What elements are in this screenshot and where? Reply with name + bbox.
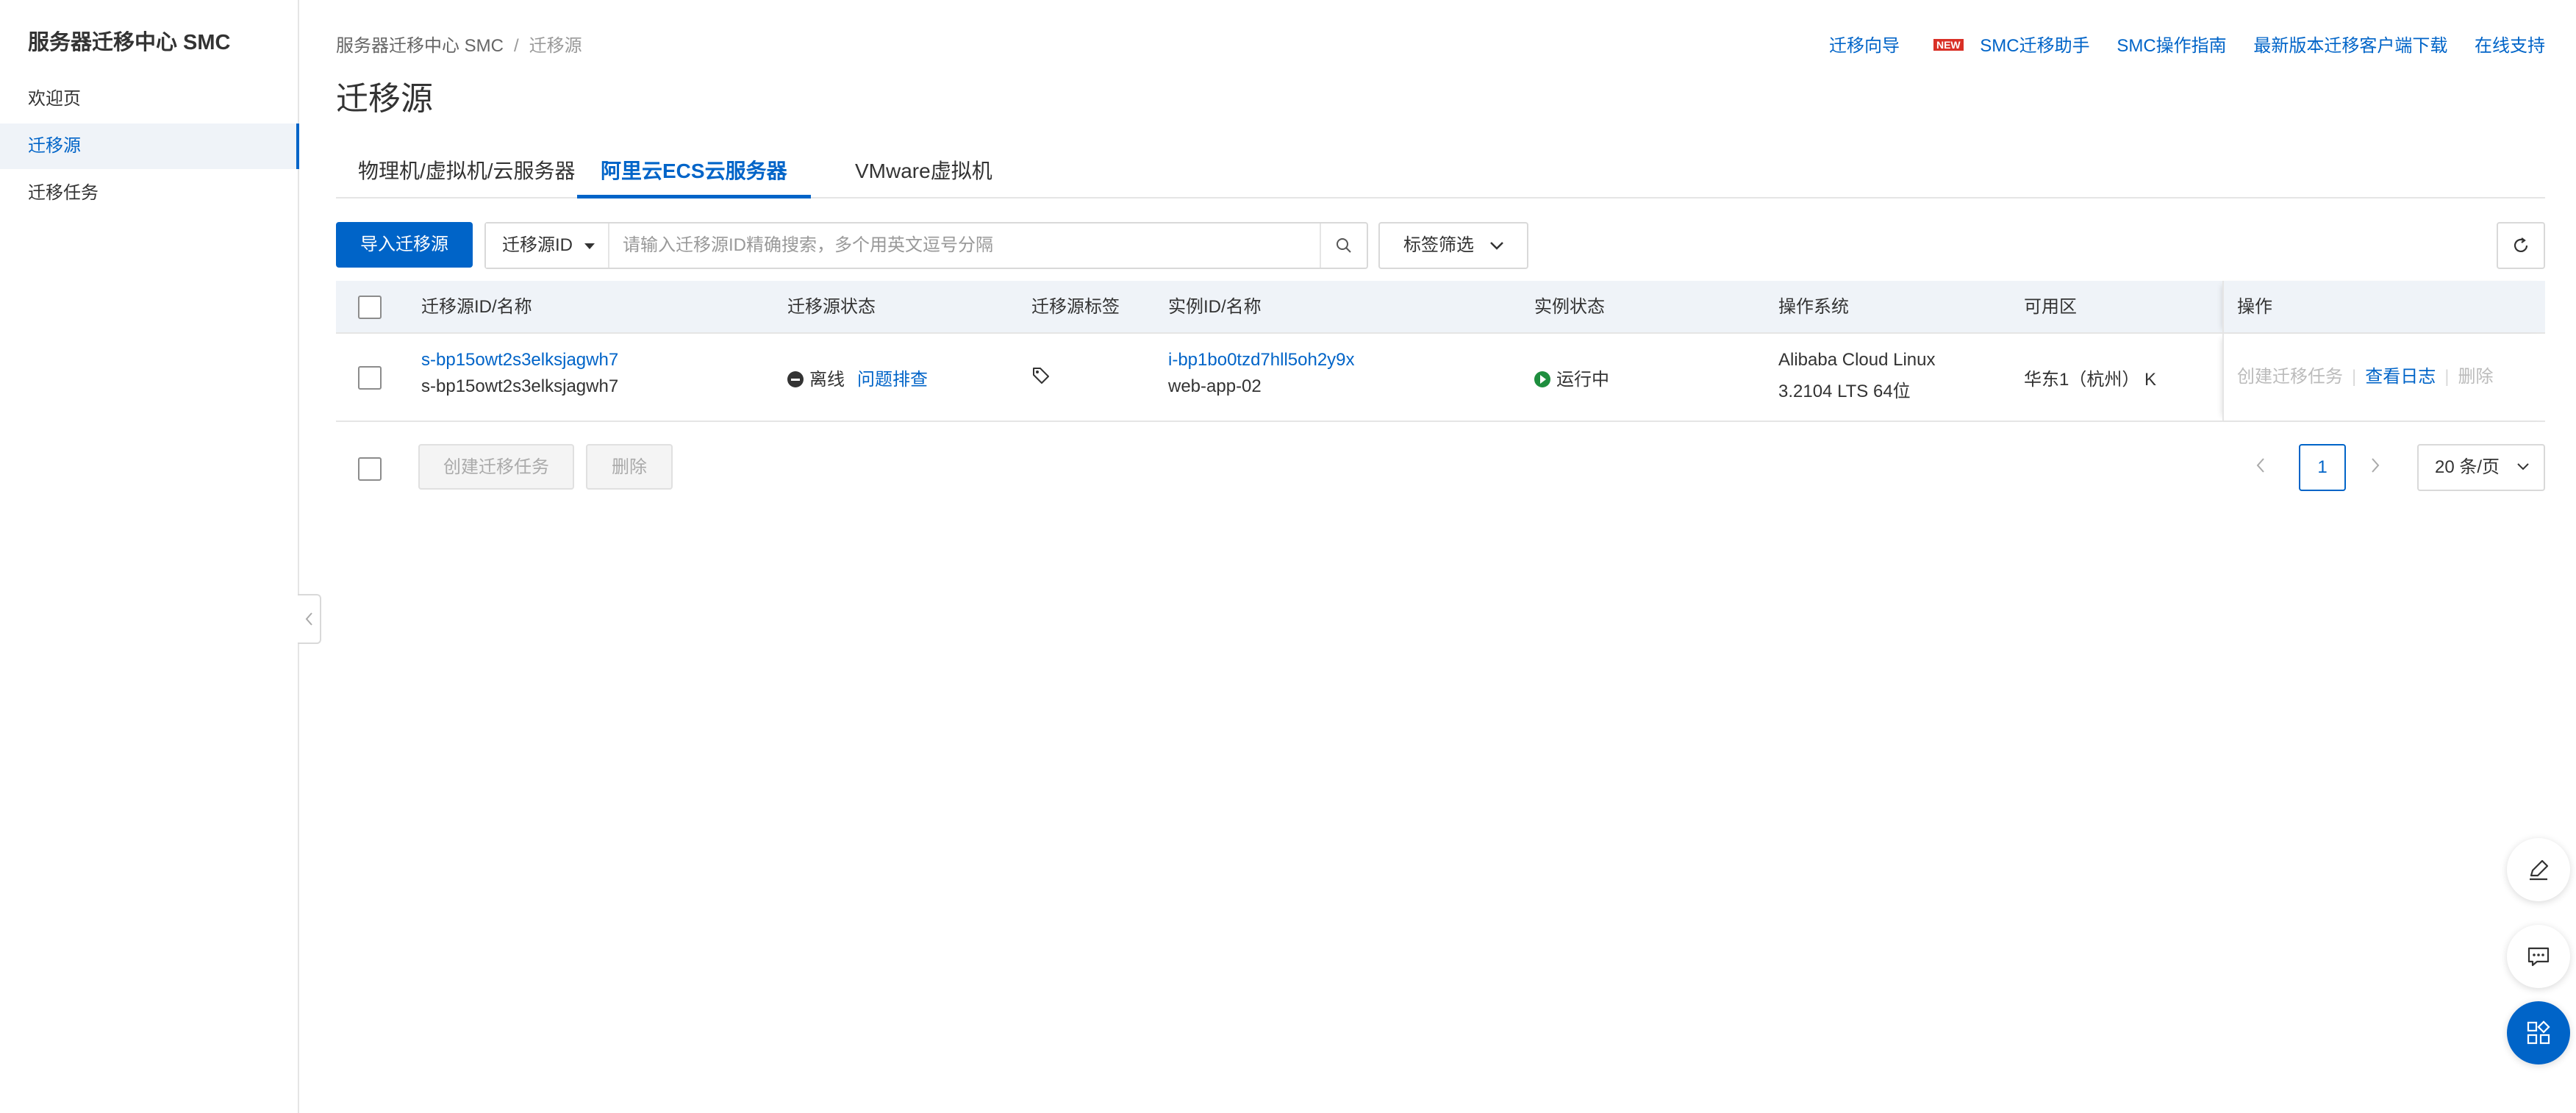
- batch-delete-button[interactable]: 删除: [586, 444, 673, 490]
- instance-name: web-app-02: [1168, 376, 1262, 396]
- row-checkbox[interactable]: [358, 366, 382, 390]
- apps-grid-icon: [2527, 1020, 2550, 1045]
- page-number-1[interactable]: 1: [2299, 444, 2346, 491]
- new-badge: NEW: [1933, 39, 1964, 51]
- migration-guide-label: 迁移向导: [1828, 36, 1900, 56]
- prev-page-button[interactable]: [2255, 456, 2266, 480]
- sidebar-item-migration-sources[interactable]: 迁移源: [0, 124, 299, 169]
- row-ops: 创建迁移任务 | 查看日志 | 删除: [2222, 334, 2545, 420]
- tab-aliyun-ecs[interactable]: 阿里云ECS云服务器: [577, 150, 811, 198]
- chevron-down-icon: [1490, 242, 1503, 250]
- import-source-button[interactable]: 导入迁移源: [336, 222, 473, 268]
- breadcrumb-current: 迁移源: [529, 36, 582, 56]
- table-header: 迁移源ID/名称 迁移源状态 迁移源标签 实例ID/名称 实例状态 操作系统 可…: [336, 281, 2545, 334]
- feedback-edit-button[interactable]: [2507, 838, 2570, 901]
- footer-select-all-checkbox[interactable]: [358, 457, 382, 481]
- view-log-action[interactable]: 查看日志: [2365, 367, 2436, 387]
- chat-icon: [2527, 947, 2550, 967]
- sources-table: 迁移源ID/名称 迁移源状态 迁移源标签 实例ID/名称 实例状态 操作系统 可…: [336, 281, 2545, 422]
- ops-divider: |: [2352, 367, 2357, 387]
- col-os: 操作系统: [1778, 297, 1849, 317]
- sidebar-item-migration-tasks[interactable]: 迁移任务: [0, 171, 298, 216]
- client-download-link[interactable]: 最新版本迁移客户端下载: [2253, 36, 2447, 56]
- select-all-checkbox[interactable]: [358, 296, 382, 319]
- col-instance-id: 实例ID/名称: [1168, 297, 1262, 317]
- col-source-tags: 迁移源标签: [1031, 297, 1120, 317]
- sidebar: 服务器迁移中心 SMC 欢迎页 迁移源 迁移任务: [0, 0, 299, 1113]
- col-zone: 可用区: [2024, 297, 2077, 317]
- chat-button[interactable]: [2507, 925, 2570, 988]
- breadcrumb-separator: /: [514, 36, 519, 56]
- tab-vmware[interactable]: VMware虚拟机: [855, 150, 992, 198]
- page-size-select[interactable]: 20 条/页: [2417, 444, 2545, 491]
- page-title: 迁移源: [336, 81, 433, 117]
- search-field-label: 迁移源ID: [502, 235, 573, 255]
- breadcrumb: 服务器迁移中心 SMC / 迁移源: [336, 31, 582, 57]
- sidebar-item-welcome[interactable]: 欢迎页: [0, 76, 298, 122]
- os-line-2: 3.2104 LTS 64位: [1778, 382, 1911, 401]
- smc-assistant-link[interactable]: SMC迁移助手: [1980, 36, 2089, 56]
- running-status-icon: [1534, 371, 1550, 387]
- delete-action[interactable]: 删除: [2458, 367, 2493, 387]
- source-status: 离线: [787, 365, 845, 390]
- col-ops: 操作: [2222, 281, 2545, 334]
- col-source-id: 迁移源ID/名称: [421, 297, 532, 317]
- troubleshoot-link[interactable]: 问题排查: [857, 365, 928, 390]
- zone: 华东1（杭州） K: [2024, 370, 2157, 390]
- online-support-link[interactable]: 在线支持: [2475, 36, 2545, 56]
- tab-physical-virtual-cloud[interactable]: 物理机/虚拟机/云服务器: [358, 150, 576, 198]
- source-name: s-bp15owt2s3elksjagwh7: [421, 376, 619, 396]
- sidebar-collapse-handle[interactable]: [298, 594, 321, 644]
- chevron-left-icon: [305, 612, 312, 626]
- col-source-status: 迁移源状态: [787, 297, 876, 317]
- refresh-icon: [2514, 237, 2528, 252]
- col-instance-status: 实例状态: [1534, 297, 1605, 317]
- search-field-select[interactable]: 迁移源ID: [486, 223, 609, 268]
- edit-tags-button[interactable]: [1031, 366, 1051, 390]
- search-icon: [1337, 238, 1351, 253]
- source-id-link[interactable]: s-bp15owt2s3elksjagwh7: [421, 350, 618, 371]
- caret-down-icon: [584, 243, 595, 249]
- search-group: 迁移源ID: [484, 222, 1368, 269]
- refresh-button[interactable]: [2497, 222, 2545, 269]
- tag-filter-label: 标签筛选: [1403, 235, 1474, 255]
- batch-create-task-button[interactable]: 创建迁移任务: [418, 444, 574, 490]
- instance-id-link[interactable]: i-bp1bo0tzd7hll5oh2y9x: [1168, 350, 1355, 371]
- table-footer: 创建迁移任务 删除 1 20 条/页: [336, 444, 2545, 491]
- tag-icon: [1033, 368, 1049, 384]
- next-page-button[interactable]: [2369, 456, 2381, 480]
- create-task-action[interactable]: 创建迁移任务: [2237, 367, 2343, 387]
- ops-divider: |: [2444, 367, 2450, 387]
- tag-filter-button[interactable]: 标签筛选: [1378, 222, 1528, 269]
- top-links: 迁移向导 NEW SMC迁移助手 SMC操作指南 最新版本迁移客户端下载 在线支持: [1807, 31, 2545, 57]
- smc-guide-link[interactable]: SMC操作指南: [2117, 36, 2226, 56]
- breadcrumb-root[interactable]: 服务器迁移中心 SMC: [336, 36, 504, 56]
- chevron-down-icon: [2517, 463, 2529, 470]
- instance-status-label: 运行中: [1556, 370, 1609, 390]
- console-title: 服务器迁移中心 SMC: [28, 31, 231, 54]
- instance-status: 运行中: [1534, 365, 1609, 390]
- apps-button[interactable]: [2507, 1001, 2570, 1064]
- table-row: s-bp15owt2s3elksjagwh7 s-bp15owt2s3elksj…: [336, 334, 2545, 422]
- os-line-1: Alibaba Cloud Linux: [1778, 350, 1936, 370]
- migration-guide-link[interactable]: 迁移向导 NEW: [1828, 36, 1964, 56]
- source-status-label: 离线: [809, 370, 845, 390]
- chevron-right-icon: [2372, 458, 2380, 473]
- source-type-tabs: 物理机/虚拟机/云服务器 阿里云ECS云服务器 VMware虚拟机: [336, 150, 2545, 198]
- edit-icon: [2530, 859, 2549, 881]
- search-input[interactable]: [611, 223, 1315, 268]
- search-button[interactable]: [1320, 223, 1367, 268]
- chevron-left-icon: [2256, 458, 2264, 473]
- page-size-label: 20 条/页: [2435, 457, 2500, 477]
- offline-status-icon: [787, 371, 804, 387]
